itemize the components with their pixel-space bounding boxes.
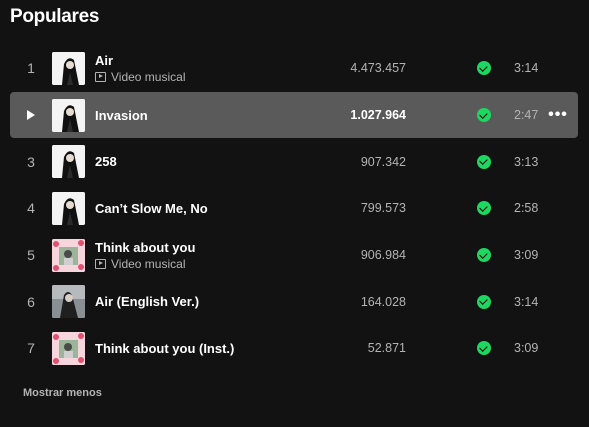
track-duration: 3:14 xyxy=(514,294,539,309)
saved-check-icon[interactable] xyxy=(477,294,491,309)
music-video-label: Video musical xyxy=(111,69,186,84)
section-title: Populares xyxy=(10,6,100,27)
track-duration: 3:14 xyxy=(514,61,539,76)
music-video-label: Video musical xyxy=(111,256,186,271)
track-row[interactable]: 7 Think about you (Inst.) 52.871 3:09 xyxy=(10,325,578,372)
show-less-button[interactable]: Mostrar menos xyxy=(23,387,102,399)
saved-check-icon[interactable] xyxy=(477,248,491,263)
play-count: 1.027.964 xyxy=(350,108,406,123)
track-duration: 3:09 xyxy=(514,248,539,263)
saved-check-icon[interactable] xyxy=(477,154,491,169)
popular-tracks-list: 1 Air Video musical 4.473.457 3:14 Invasion 1.… xyxy=(10,45,578,372)
track-row[interactable]: Invasion 1.027.964 2:47 ••• xyxy=(10,91,578,139)
album-cover-image xyxy=(52,192,85,226)
track-title[interactable]: Can’t Slow Me, No xyxy=(95,201,208,216)
saved-check-icon[interactable] xyxy=(477,341,491,356)
album-cover-image xyxy=(52,145,85,179)
track-title[interactable]: 258 xyxy=(95,154,117,169)
track-number: 4 xyxy=(27,200,35,217)
more-options-button[interactable]: ••• xyxy=(548,92,567,139)
play-count: 906.984 xyxy=(360,248,406,263)
saved-check-icon[interactable] xyxy=(477,108,491,123)
album-cover-image xyxy=(52,238,85,272)
saved-check-icon[interactable] xyxy=(477,61,491,76)
play-count: 164.028 xyxy=(360,294,406,309)
video-icon xyxy=(95,258,106,269)
music-video-badge: Video musical xyxy=(95,70,185,84)
play-button[interactable] xyxy=(10,92,52,139)
album-cover-image xyxy=(52,52,85,85)
album-cover-image xyxy=(52,285,85,319)
track-duration: 2:58 xyxy=(514,201,539,216)
album-cover-image xyxy=(52,332,85,366)
track-title[interactable]: Air xyxy=(95,53,185,68)
play-count: 4.473.457 xyxy=(350,61,406,76)
video-icon xyxy=(95,71,106,82)
track-duration: 2:47 xyxy=(514,108,539,123)
track-title[interactable]: Invasion xyxy=(95,108,148,123)
track-row[interactable]: 1 Air Video musical 4.473.457 3:14 xyxy=(10,45,578,92)
track-row[interactable]: 4 Can’t Slow Me, No 799.573 2:58 xyxy=(10,185,578,232)
play-count: 907.342 xyxy=(360,154,406,169)
track-number: 5 xyxy=(27,247,35,264)
album-cover-image xyxy=(52,98,85,132)
track-duration: 3:13 xyxy=(514,154,539,169)
play-count: 52.871 xyxy=(367,341,406,356)
track-duration: 3:09 xyxy=(514,341,539,356)
track-title[interactable]: Air (English Ver.) xyxy=(95,294,199,309)
saved-check-icon[interactable] xyxy=(477,201,491,216)
track-number: 6 xyxy=(27,293,35,310)
track-row[interactable]: 5 Think about you Video musical 906.984 3:09 xyxy=(10,232,578,279)
track-row[interactable]: 6 Air (English Ver.) 164.028 3:14 xyxy=(10,278,578,325)
track-title[interactable]: Think about you xyxy=(95,240,195,255)
track-number: 1 xyxy=(27,60,35,77)
track-row[interactable]: 3 258 907.342 3:13 xyxy=(10,138,578,185)
track-number: 3 xyxy=(27,153,35,170)
music-video-badge: Video musical xyxy=(95,257,195,271)
play-count: 799.573 xyxy=(360,201,406,216)
play-icon xyxy=(27,110,35,121)
track-number: 7 xyxy=(27,340,35,357)
track-title[interactable]: Think about you (Inst.) xyxy=(95,341,234,356)
